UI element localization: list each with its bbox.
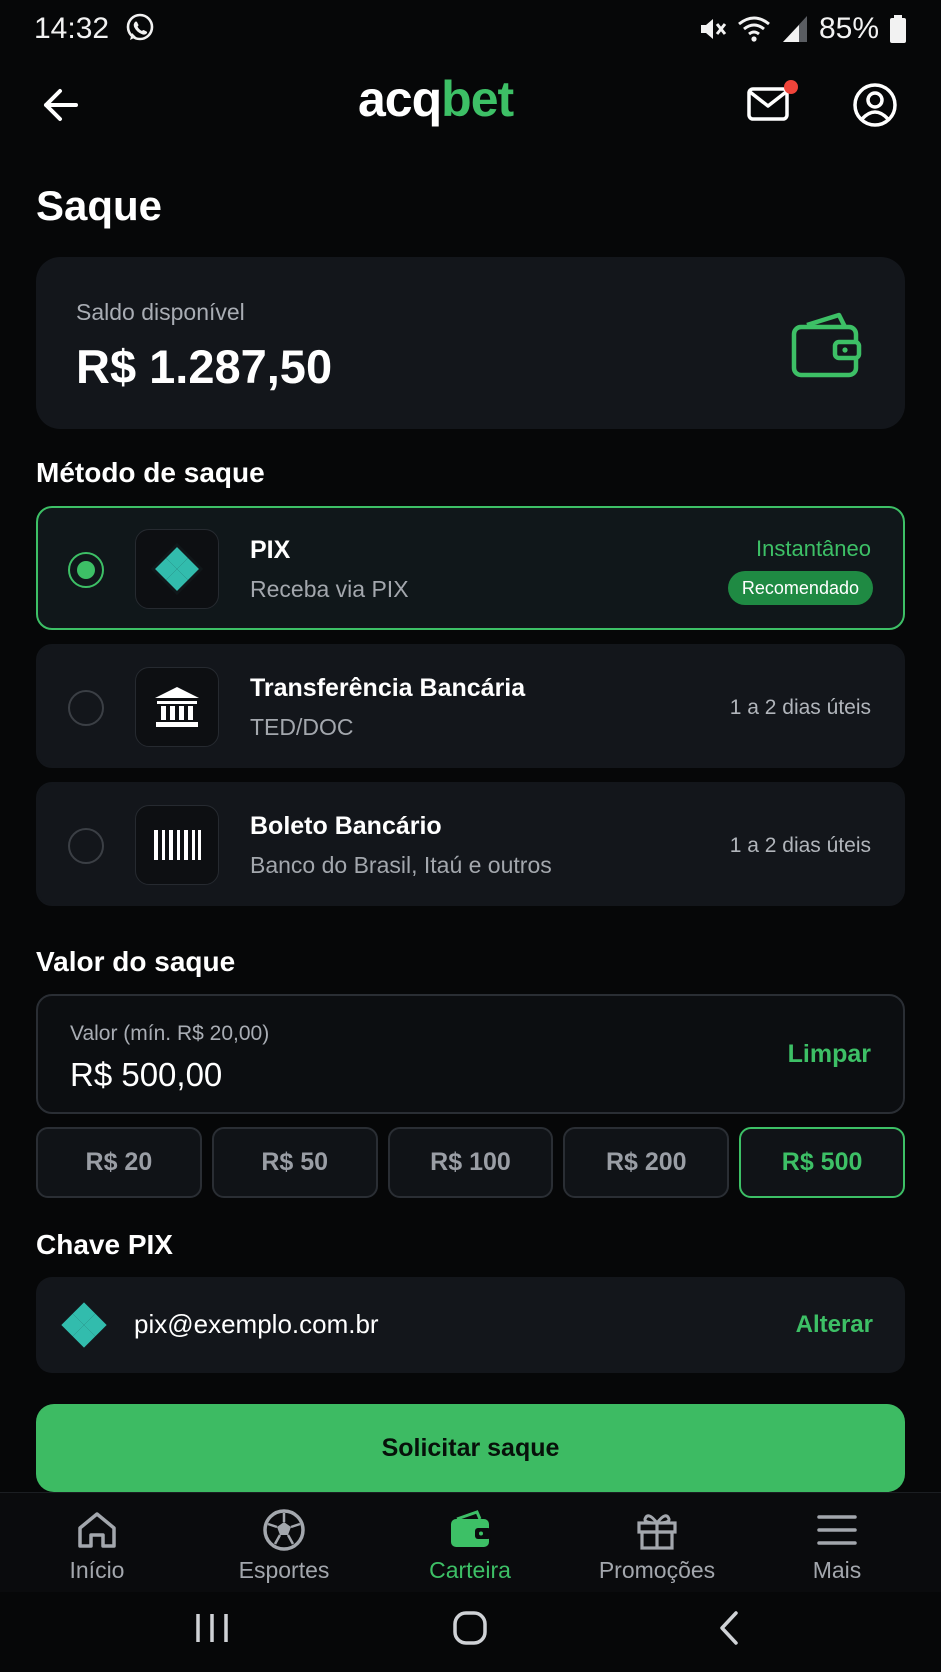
nav-label: Carteira [429,1557,511,1583]
back-arrow-icon[interactable] [36,82,86,128]
method-time: Instantâneo [756,536,871,561]
bank-icon [155,687,199,727]
submit-withdrawal-button[interactable]: Solicitar saque [36,1404,905,1492]
quick-amount-chip-selected[interactable]: R$ 500 [739,1127,905,1198]
home-button-icon[interactable] [450,1608,490,1648]
status-time: 14:32 [34,12,110,45]
nav-label: Esportes [238,1557,330,1583]
status-bar: 14:32 85% [0,0,941,60]
nav-item-mais[interactable]: Mais [757,1507,917,1591]
battery-percent: 85% [818,12,879,45]
clear-amount-button[interactable]: Limpar [788,1040,871,1069]
amount-label: Valor (mín. R$ 20,00) [70,1022,270,1045]
quick-amounts: R$ 20 R$ 50 R$ 100 R$ 200 R$ 500 [36,1127,905,1198]
quick-amount-chip[interactable]: R$ 50 [211,1127,378,1198]
radio-boleto[interactable] [68,828,104,864]
method-name: Boleto Bancário [250,812,442,840]
top-bar: acqbet [0,70,941,140]
logo-prefix: acq [358,71,442,127]
messages-button[interactable] [746,80,798,128]
battery-icon [890,15,906,43]
barcode-icon [154,830,201,860]
system-nav-bar [0,1592,941,1672]
wallet-icon [451,1510,491,1547]
radio-pix[interactable] [68,552,104,588]
recommended-badge: Recomendado [727,571,873,605]
gift-icon [637,1514,677,1550]
pix-key-value: pix@exemplo.com.br [134,1309,379,1339]
logo-suffix: bet [441,71,514,127]
nav-label: Promoções [598,1557,716,1583]
nav-label: Início [69,1557,125,1583]
method-name: Transferência Bancária [250,674,526,702]
brand-logo: acqbet [358,70,514,140]
nav-item-esportes[interactable]: Esportes [204,1507,364,1591]
method-option-pix[interactable]: PIX Receba via PIX Instantâneo Recomenda… [36,506,905,630]
nav-item-carteira[interactable]: Carteira [390,1507,550,1591]
quick-amount-chip[interactable]: R$ 200 [563,1127,730,1198]
home-icon [78,1512,116,1548]
methods-heading: Método de saque [36,457,265,488]
balance-label: Saldo disponível [76,299,245,325]
quick-amount-chip[interactable]: R$ 20 [36,1127,202,1198]
pix-icon [56,1297,112,1353]
signal-icon [782,16,807,42]
notification-dot [784,80,798,94]
bottom-nav: Início Esportes Carteira Promoções Mais [0,1492,941,1592]
pix-key-card: pix@exemplo.com.br Alterar [36,1277,905,1373]
amount-heading: Valor do saque [36,946,236,977]
balance-value: R$ 1.287,50 [76,340,333,393]
status-right: 85% [697,12,907,46]
method-icon-box [135,529,219,609]
method-name: PIX [250,536,291,564]
method-option-boleto[interactable]: Boleto Bancário Banco do Brasil, Itaú e … [36,782,905,906]
quick-amount-chip[interactable]: R$ 100 [387,1127,554,1198]
recent-apps-icon[interactable] [192,1608,232,1648]
method-time: 1 a 2 dias úteis [729,696,871,719]
nav-label: Mais [812,1557,862,1583]
page-title: Saque [36,182,163,229]
soccer-ball-icon [263,1509,305,1551]
nav-item-inicio[interactable]: Início [17,1507,177,1591]
method-subtitle: Receba via PIX [250,576,409,602]
change-pix-key-button[interactable]: Alterar [796,1311,873,1339]
wallet-icon [791,312,862,378]
method-time: 1 a 2 dias úteis [729,834,871,857]
method-subtitle: Banco do Brasil, Itaú e outros [250,852,552,878]
mute-icon [700,19,727,39]
method-subtitle: TED/DOC [250,714,354,740]
balance-card: Saldo disponível R$ 1.287,50 [36,257,905,429]
wifi-icon [738,16,770,42]
whatsapp-icon [126,13,154,41]
method-icon-box [135,667,219,747]
nav-item-promocoes[interactable]: Promoções [577,1507,737,1591]
profile-icon[interactable] [852,82,898,128]
method-icon-box [135,805,219,885]
pix-key-heading: Chave PIX [36,1229,173,1260]
method-option-bank-transfer[interactable]: Transferência Bancária TED/DOC 1 a 2 dia… [36,644,905,768]
menu-icon [817,1515,857,1545]
amount-value[interactable]: R$ 500,00 [70,1056,222,1094]
radio-bank-transfer[interactable] [68,690,104,726]
pix-icon [150,542,204,596]
system-back-icon[interactable] [710,1608,750,1648]
amount-input[interactable]: Valor (mín. R$ 20,00) R$ 500,00 Limpar [36,994,905,1114]
